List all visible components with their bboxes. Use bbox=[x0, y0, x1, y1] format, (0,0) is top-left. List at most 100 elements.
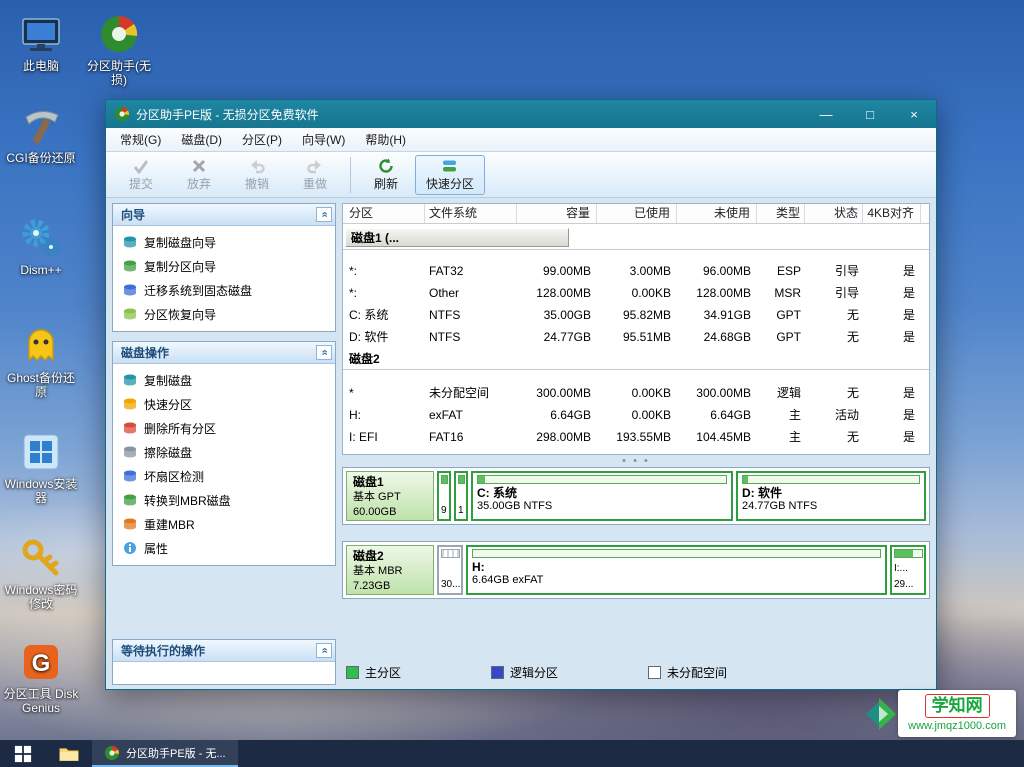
sidebar-item-copy-disk-wizard[interactable]: 复制磁盘向导 bbox=[113, 230, 335, 254]
sidebar-item-delete-all-partitions[interactable]: 删除所有分区 bbox=[113, 416, 335, 440]
redo-button[interactable]: 重做 bbox=[286, 155, 344, 195]
menu-item-wizard[interactable]: 向导(W) bbox=[292, 128, 355, 151]
usage-bar bbox=[441, 475, 448, 484]
desktop-icon-dism[interactable]: Dism++ bbox=[2, 216, 80, 277]
partition-box-msr[interactable]: 1 bbox=[454, 471, 468, 521]
maximize-button[interactable]: □ bbox=[848, 100, 892, 128]
menu-item-general[interactable]: 常规(G) bbox=[110, 128, 171, 151]
partition-subtitle: 6.64GB exFAT bbox=[472, 574, 881, 587]
partition-box-d[interactable]: D: 软件 24.77GB NTFS bbox=[736, 471, 926, 521]
disk1-group-row[interactable]: 磁盘1 (... bbox=[343, 226, 929, 250]
col-used[interactable]: 已使用 bbox=[597, 204, 677, 223]
taskbar: 分区助手PE版 - 无... bbox=[0, 740, 1024, 767]
cell-4k-aligned: 是 bbox=[863, 260, 921, 282]
disk1-panel: 磁盘1 基本 GPT 60.00GB 9 1 C: 系统 bbox=[342, 467, 930, 525]
sidebar-item-convert-to-mbr[interactable]: 转换到MBR磁盘 bbox=[113, 488, 335, 512]
cell-type: GPT bbox=[757, 326, 805, 348]
disk1-label-box[interactable]: 磁盘1 基本 GPT 60.00GB bbox=[346, 471, 434, 521]
table-row[interactable]: D: 软件 NTFS 24.77GB 95.51MB 24.68GB GPT 无… bbox=[343, 326, 929, 348]
wizard-section-header[interactable]: 向导 « bbox=[113, 204, 335, 226]
desktop-icon-ghost-backup[interactable]: Ghost备份还原 bbox=[2, 324, 80, 399]
disk2-label-box[interactable]: 磁盘2 基本 MBR 7.23GB bbox=[346, 545, 434, 595]
disk-icon bbox=[123, 517, 137, 531]
menu-item-partition[interactable]: 分区(P) bbox=[232, 128, 292, 151]
sidebar-item-quick-partition[interactable]: 快速分区 bbox=[113, 392, 335, 416]
table-header: 分区 文件系统 容量 已使用 未使用 类型 状态 4KB对齐 bbox=[343, 204, 929, 224]
undo-button[interactable]: 撤销 bbox=[228, 155, 286, 195]
desktop-icon-this-pc[interactable]: 此电脑 bbox=[2, 12, 80, 73]
menu-item-help[interactable]: 帮助(H) bbox=[355, 128, 416, 151]
sidebar-item-partition-recovery-wizard[interactable]: 分区恢复向导 bbox=[113, 302, 335, 326]
partition-box-c[interactable]: C: 系统 35.00GB NTFS bbox=[471, 471, 733, 521]
desktop-icon-windows-installer[interactable]: Windows安装器 bbox=[2, 430, 80, 505]
usage-bar bbox=[742, 475, 920, 484]
windows-logo-icon bbox=[14, 745, 32, 763]
file-explorer-button[interactable] bbox=[46, 740, 92, 767]
start-button[interactable] bbox=[0, 740, 46, 767]
desktop-icon-label: 分区助手(无损) bbox=[80, 59, 158, 87]
disk-kind: 基本 GPT bbox=[353, 490, 427, 505]
watermark-card: 学知网 www.jmqz1000.com bbox=[898, 690, 1016, 737]
cell-capacity: 99.00MB bbox=[517, 260, 597, 282]
desktop-icon-diskgenius[interactable]: G 分区工具 DiskGenius bbox=[2, 640, 80, 715]
sidebar-item-rebuild-mbr[interactable]: 重建MBR bbox=[113, 512, 335, 536]
col-partition[interactable]: 分区 bbox=[343, 204, 425, 223]
desktop-icon-label: Ghost备份还原 bbox=[2, 371, 80, 399]
menu-item-disk[interactable]: 磁盘(D) bbox=[171, 128, 232, 151]
table-row[interactable]: *: Other 128.00MB 0.00KB 128.00MB MSR 引导… bbox=[343, 282, 929, 304]
cell-4k-aligned: 是 bbox=[863, 404, 921, 426]
legend-item-unallocated: 未分配空间 bbox=[648, 664, 727, 681]
disk-operations-header[interactable]: 磁盘操作 « bbox=[113, 342, 335, 364]
sidebar-item-bad-sector-scan[interactable]: 坏扇区检测 bbox=[113, 464, 335, 488]
collapse-button[interactable]: « bbox=[316, 345, 332, 360]
desktop-icon-partition-assistant[interactable]: 分区助手(无损) bbox=[80, 12, 158, 87]
quick-partition-button[interactable]: 快速分区 bbox=[415, 155, 485, 195]
sidebar-item-wipe-disk[interactable]: 擦除磁盘 bbox=[113, 440, 335, 464]
cell-capacity: 300.00MB bbox=[517, 382, 597, 404]
col-type[interactable]: 类型 bbox=[757, 204, 805, 223]
panel-splitter[interactable]: • • • bbox=[342, 455, 930, 467]
table-row[interactable]: I: EFI FAT16 298.00MB 193.55MB 104.45MB … bbox=[343, 426, 929, 448]
sidebar-item-migrate-os-ssd[interactable]: 迁移系统到固态磁盘 bbox=[113, 278, 335, 302]
col-filesystem[interactable]: 文件系统 bbox=[425, 204, 517, 223]
partition-box-i[interactable]: I:... 29... bbox=[890, 545, 926, 595]
col-4k-aligned[interactable]: 4KB对齐 bbox=[863, 204, 921, 223]
discard-button[interactable]: 放弃 bbox=[170, 155, 228, 195]
partition-box-unallocated[interactable]: 30... bbox=[437, 545, 463, 595]
titlebar[interactable]: 分区助手PE版 - 无损分区免费软件 — □ × bbox=[106, 100, 936, 128]
window-title: 分区助手PE版 - 无损分区免费软件 bbox=[136, 106, 804, 123]
col-status[interactable]: 状态 bbox=[805, 204, 863, 223]
disk-icon bbox=[123, 373, 137, 387]
usage-bar bbox=[472, 549, 881, 558]
taskbar-app-button[interactable]: 分区助手PE版 - 无... bbox=[92, 740, 238, 767]
partition-title: C: 系统 bbox=[477, 486, 727, 500]
desktop-icon-password-reset[interactable]: Windows密码修改 bbox=[2, 536, 80, 611]
ghost-icon bbox=[19, 324, 63, 368]
collapse-button[interactable]: « bbox=[316, 207, 332, 222]
sidebar-item-properties[interactable]: 属性 bbox=[113, 536, 335, 560]
table-row[interactable]: * 未分配空间 300.00MB 0.00KB 300.00MB 逻辑 无 是 bbox=[343, 382, 929, 404]
cell-free: 128.00MB bbox=[677, 282, 757, 304]
collapse-button[interactable]: « bbox=[316, 643, 332, 658]
table-row[interactable]: H: exFAT 6.64GB 0.00KB 6.64GB 主 活动 是 bbox=[343, 404, 929, 426]
cell-type: 逻辑 bbox=[757, 382, 805, 404]
commit-button[interactable]: 提交 bbox=[112, 155, 170, 195]
disk-kind: 基本 MBR bbox=[353, 564, 427, 579]
item-label: 擦除磁盘 bbox=[144, 444, 192, 461]
minimize-button[interactable]: — bbox=[804, 100, 848, 128]
pending-operations-header[interactable]: 等待执行的操作 « bbox=[113, 640, 335, 662]
partition-box-h[interactable]: H: 6.64GB exFAT bbox=[466, 545, 887, 595]
table-row[interactable]: C: 系统 NTFS 35.00GB 95.82MB 34.91GB GPT 无… bbox=[343, 304, 929, 326]
desktop-icon-cgi-backup[interactable]: CGI备份还原 bbox=[2, 104, 80, 165]
sidebar-item-copy-disk[interactable]: 复制磁盘 bbox=[113, 368, 335, 392]
col-capacity[interactable]: 容量 bbox=[517, 204, 597, 223]
partition-title: D: 软件 bbox=[742, 486, 920, 500]
refresh-button[interactable]: 刷新 bbox=[357, 155, 415, 195]
disk2-group-row[interactable]: 磁盘2 bbox=[343, 348, 929, 370]
col-free[interactable]: 未使用 bbox=[677, 204, 757, 223]
cell-free: 24.68GB bbox=[677, 326, 757, 348]
table-row[interactable]: *: FAT32 99.00MB 3.00MB 96.00MB ESP 引导 是 bbox=[343, 260, 929, 282]
sidebar-item-copy-partition-wizard[interactable]: 复制分区向导 bbox=[113, 254, 335, 278]
partition-box-esp[interactable]: 9 bbox=[437, 471, 451, 521]
close-button[interactable]: × bbox=[892, 100, 936, 128]
